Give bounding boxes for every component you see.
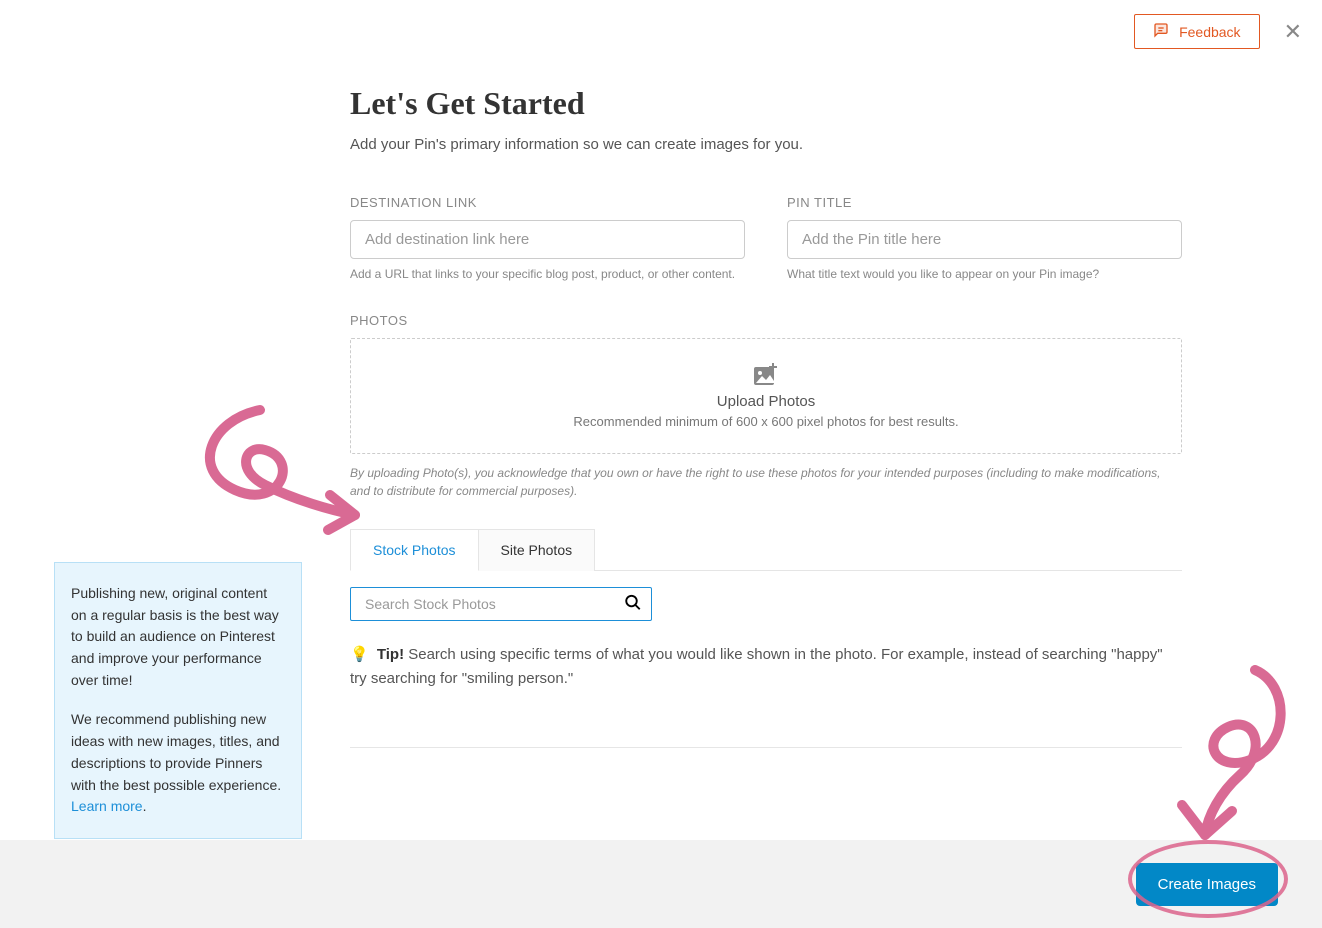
pin-title-input[interactable]	[787, 220, 1182, 259]
footer-bar: Create Images	[0, 840, 1322, 928]
chat-icon	[1153, 22, 1169, 41]
search-input[interactable]	[350, 587, 652, 621]
sidebar-tip-p2: We recommend publishing new ideas with n…	[71, 709, 285, 817]
upload-photos-box[interactable]: Upload Photos Recommended minimum of 600…	[350, 338, 1182, 454]
tab-site-photos[interactable]: Site Photos	[479, 529, 596, 571]
close-icon[interactable]: ✕	[1284, 21, 1302, 43]
upload-disclaimer: By uploading Photo(s), you acknowledge t…	[350, 464, 1182, 500]
upload-title: Upload Photos	[375, 393, 1157, 410]
section-divider	[350, 747, 1182, 748]
pin-title-label: PIN TITLE	[787, 195, 1182, 210]
tip-label: Tip!	[377, 646, 404, 663]
upload-image-icon	[375, 363, 1157, 387]
tab-stock-photos[interactable]: Stock Photos	[350, 529, 479, 571]
sidebar-tip-p1: Publishing new, original content on a re…	[71, 583, 285, 691]
upload-subtitle: Recommended minimum of 600 x 600 pixel p…	[375, 414, 1157, 429]
create-images-button[interactable]: Create Images	[1136, 863, 1278, 906]
page-subtitle: Add your Pin's primary information so we…	[350, 136, 1182, 153]
search-button[interactable]	[622, 592, 644, 617]
destination-link-helper: Add a URL that links to your specific bl…	[350, 267, 745, 281]
search-icon	[624, 600, 642, 615]
photos-label: PHOTOS	[350, 313, 1182, 328]
lightbulb-icon: 💡	[350, 646, 369, 663]
tip-body: Search using specific terms of what you …	[350, 646, 1163, 687]
tip-text: 💡 Tip! Search using specific terms of wh…	[350, 643, 1182, 691]
destination-link-label: DESTINATION LINK	[350, 195, 745, 210]
feedback-label: Feedback	[1179, 24, 1240, 40]
pin-title-helper: What title text would you like to appear…	[787, 267, 1182, 281]
feedback-button[interactable]: Feedback	[1134, 14, 1259, 49]
page-title: Let's Get Started	[350, 85, 1182, 122]
destination-link-input[interactable]	[350, 220, 745, 259]
sidebar-tip-box: Publishing new, original content on a re…	[54, 562, 302, 839]
learn-more-link[interactable]: Learn more	[71, 798, 143, 814]
